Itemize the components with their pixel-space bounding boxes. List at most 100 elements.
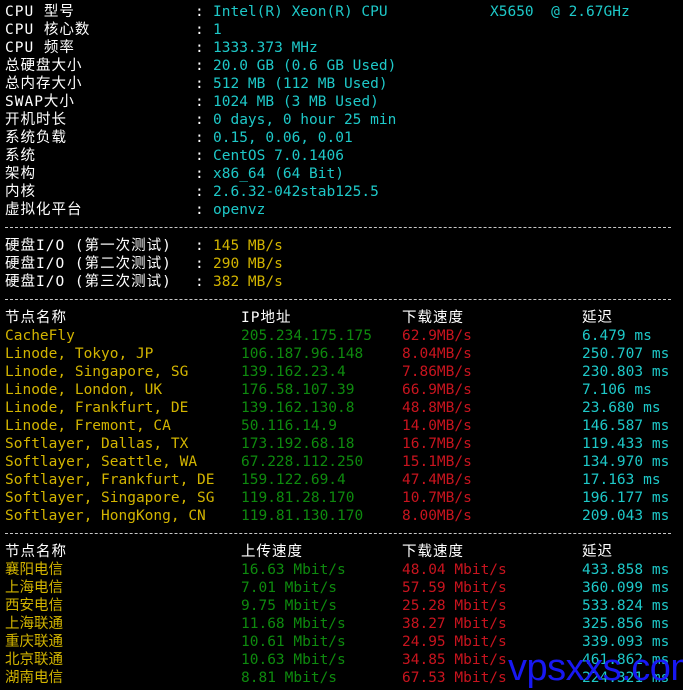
header-upload: 上传速度 <box>241 544 303 560</box>
node-name: Softlayer, Seattle, WA <box>5 454 198 470</box>
download-speed: 48.8MB/s <box>402 400 472 416</box>
info-label: 总内存大小 <box>5 76 83 92</box>
colon: : <box>195 76 205 92</box>
info-value: 1333.373 MHz <box>213 40 318 56</box>
ip-address: 159.122.69.4 <box>241 472 346 488</box>
header-ip: IP地址 <box>241 310 292 326</box>
info-label: 系统负载 <box>5 130 67 146</box>
table-row: Linode, London, UK 176.58.107.39 66.9MB/s 7… <box>5 381 683 399</box>
colon: : <box>195 22 205 38</box>
node-name: Linode, Fremont, CA <box>5 418 171 434</box>
upload-speed: 9.75 Mbit/s <box>241 598 338 614</box>
info-row-os: 系统 : CentOS 7.0.1406 <box>5 147 683 165</box>
node-name: 襄阳电信 <box>5 562 63 578</box>
download-speed: 15.1MB/s <box>402 454 472 470</box>
ip-address: 205.234.175.175 <box>241 328 372 344</box>
latency: 230.803 ms <box>582 364 670 380</box>
table-row: 上海联通 11.68 Mbit/s 38.27 Mbit/s 325.856 ms <box>5 615 683 633</box>
node-name: CacheFly <box>5 328 75 344</box>
latency: 433.858 ms <box>582 562 670 578</box>
ip-address: 176.58.107.39 <box>241 382 355 398</box>
colon: : <box>195 166 205 182</box>
colon: : <box>195 184 205 200</box>
table-row: Softlayer, Dallas, TX 173.192.68.18 16.7MB… <box>5 435 683 453</box>
info-row-cpu-cores: CPU 核心数 : 1 <box>5 21 683 39</box>
upload-speed: 8.81 Mbit/s <box>241 670 338 686</box>
download-speed: 48.04 Mbit/s <box>402 562 507 578</box>
node-name: Linode, Tokyo, JP <box>5 346 154 362</box>
colon: : <box>195 112 205 128</box>
latency: 6.479 ms <box>582 328 652 344</box>
io-value: 145 MB/s <box>213 238 283 254</box>
info-value: 0.15, 0.06, 0.01 <box>213 130 353 146</box>
info-row-virt: 虚拟化平台 : openvz <box>5 201 683 219</box>
info-row-load: 系统负载 : 0.15, 0.06, 0.01 <box>5 129 683 147</box>
table-row: Softlayer, Seattle, WA 67.228.112.250 15.1… <box>5 453 683 471</box>
latency: 17.163 ms <box>582 472 661 488</box>
info-value: 512 MB (112 MB Used) <box>213 76 388 92</box>
latency: 209.043 ms <box>582 508 670 524</box>
latency: 23.680 ms <box>582 400 661 416</box>
node-name: 西安电信 <box>5 598 63 614</box>
node-name: Softlayer, HongKong, CN <box>5 508 206 524</box>
ip-address: 106.187.96.148 <box>241 346 364 362</box>
download-speed: 10.7MB/s <box>402 490 472 506</box>
upload-speed: 7.01 Mbit/s <box>241 580 338 596</box>
table-body: CacheFly 205.234.175.175 62.9MB/s 6.479 ms L… <box>5 327 683 525</box>
info-value: 0 days, 0 hour 25 min <box>213 112 397 128</box>
info-row-uptime: 开机时长 : 0 days, 0 hour 25 min <box>5 111 683 129</box>
intl-speedtest-table: 节点名称 IP地址 下载速度 延迟 CacheFly 205.234.175.17… <box>5 309 683 525</box>
table-row: Softlayer, Frankfurt, DE 159.122.69.4 47.4… <box>5 471 683 489</box>
dashed-divider <box>5 219 683 237</box>
table-header: 节点名称 IP地址 下载速度 延迟 <box>5 309 683 327</box>
latency: 196.177 ms <box>582 490 670 506</box>
download-speed: 38.27 Mbit/s <box>402 616 507 632</box>
download-speed: 47.4MB/s <box>402 472 472 488</box>
latency: 119.433 ms <box>582 436 670 452</box>
io-row: 硬盘I/O (第二次测试) : 290 MB/s <box>5 255 683 273</box>
table-header: 节点名称 上传速度 下载速度 延迟 <box>5 543 683 561</box>
info-value: Intel(R) Xeon(R) CPU <box>213 4 388 20</box>
ip-address: 139.162.23.4 <box>241 364 346 380</box>
table-row: Softlayer, Singapore, SG 119.81.28.170 10.… <box>5 489 683 507</box>
download-speed: 57.59 Mbit/s <box>402 580 507 596</box>
node-name: Linode, London, UK <box>5 382 163 398</box>
info-value: openvz <box>213 202 266 218</box>
info-label: 总硬盘大小 <box>5 58 83 74</box>
info-row-kernel: 内核 : 2.6.32-042stab125.5 <box>5 183 683 201</box>
download-speed: 8.00MB/s <box>402 508 472 524</box>
latency: 7.106 ms <box>582 382 652 398</box>
table-row: Softlayer, HongKong, CN 119.81.130.170 8.0… <box>5 507 683 525</box>
colon: : <box>195 238 205 254</box>
disk-io-section: 硬盘I/O (第一次测试) : 145 MB/s 硬盘I/O (第二次测试) :… <box>5 237 683 291</box>
header-download: 下载速度 <box>402 544 464 560</box>
colon: : <box>195 40 205 56</box>
header-download: 下载速度 <box>402 310 464 326</box>
info-row-memory: 总内存大小 : 512 MB (112 MB Used) <box>5 75 683 93</box>
info-label: CPU 频率 <box>5 40 75 56</box>
info-label: 开机时长 <box>5 112 67 128</box>
header-node: 节点名称 <box>5 544 67 560</box>
ip-address: 119.81.130.170 <box>241 508 364 524</box>
info-label: SWAP大小 <box>5 94 75 110</box>
latency: 134.970 ms <box>582 454 670 470</box>
colon: : <box>195 256 205 272</box>
colon: : <box>195 274 205 290</box>
table-row: Linode, Fremont, CA 50.116.14.9 14.0MB/s 14… <box>5 417 683 435</box>
download-speed: 66.9MB/s <box>402 382 472 398</box>
node-name: 上海电信 <box>5 580 63 596</box>
ip-address: 50.116.14.9 <box>241 418 338 434</box>
upload-speed: 10.63 Mbit/s <box>241 652 346 668</box>
info-value: 2.6.32-042stab125.5 <box>213 184 379 200</box>
io-value: 290 MB/s <box>213 256 283 272</box>
node-name: 上海联通 <box>5 616 63 632</box>
latency: 360.099 ms <box>582 580 670 596</box>
ip-address: 119.81.28.170 <box>241 490 355 506</box>
info-label: CPU 核心数 <box>5 22 91 38</box>
watermark: vpsxxs.com <box>508 647 683 689</box>
info-value-extra: X5650 @ 2.67GHz <box>490 4 630 20</box>
info-row-cpu-freq: CPU 频率 : 1333.373 MHz <box>5 39 683 57</box>
info-label: CPU 型号 <box>5 4 75 20</box>
colon: : <box>195 94 205 110</box>
info-label: 架构 <box>5 166 36 182</box>
